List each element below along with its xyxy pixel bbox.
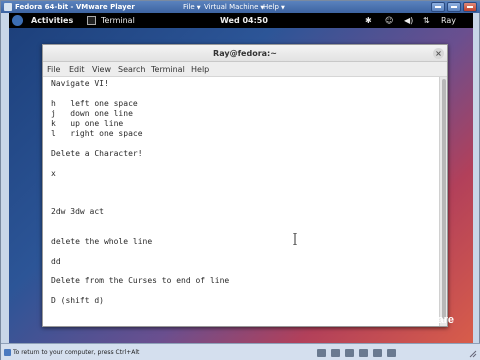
user-menu[interactable]: Ray <box>441 13 456 28</box>
app-menu-terminal[interactable]: Terminal <box>101 13 135 28</box>
activities-button[interactable]: Activities <box>31 13 73 28</box>
sound-device-icon[interactable] <box>387 349 396 357</box>
network-device-icon[interactable] <box>359 349 368 357</box>
terminal-line: j down one line <box>51 109 133 118</box>
accessibility-icon[interactable]: ☺ <box>385 13 393 28</box>
clock[interactable]: Wed 04:50 <box>220 13 268 28</box>
vmware-player-window: Fedora 64-bit - VMware Player File ▼ Virt… <box>0 0 480 360</box>
usb-device-icon[interactable] <box>373 349 382 357</box>
fedora-logo-icon <box>12 15 23 26</box>
terminal-menubar: File Edit View Search Terminal Help <box>43 62 447 77</box>
terminal-app-icon <box>87 16 96 25</box>
guest-desktop: Activities Terminal Wed 04:50 ✱ ☺ ◀) ⇅ R… <box>9 13 473 343</box>
menu-search[interactable]: Search <box>118 62 145 77</box>
vmware-window-title: Fedora 64-bit - VMware Player <box>15 3 135 11</box>
terminal-line: dd <box>51 257 61 266</box>
menu-file[interactable]: File <box>47 62 60 77</box>
bluetooth-icon[interactable]: ✱ <box>365 13 372 28</box>
terminal-line: Delete from the Curses to end of line <box>51 276 230 285</box>
terminal-window: Ray@fedora:~ × File Edit View Search Ter… <box>42 44 448 327</box>
floppy-device-icon[interactable] <box>345 349 354 357</box>
terminal-line: Navigate VI! <box>51 79 109 88</box>
menu-terminal[interactable]: Terminal <box>151 62 185 77</box>
terminal-line: 2dw 3dw act <box>51 207 104 216</box>
terminal-text-area[interactable]: Navigate VI! h left one space j down one… <box>43 77 439 326</box>
terminal-line: l right one space <box>51 129 143 138</box>
terminal-line: D (shift d) <box>51 296 104 305</box>
scrollbar-thumb[interactable] <box>442 79 446 319</box>
terminal-line: h left one space <box>51 99 138 108</box>
menu-help[interactable]: Help <box>191 62 209 77</box>
ibeam-cursor-icon <box>293 233 297 245</box>
network-icon[interactable]: ⇅ <box>423 13 430 28</box>
vmware-app-icon <box>4 3 12 11</box>
terminal-line: x <box>51 169 56 178</box>
cd-device-icon[interactable] <box>331 349 340 357</box>
resize-grip-icon[interactable] <box>467 348 477 358</box>
chevron-down-icon: ▼ <box>196 5 201 11</box>
close-icon[interactable]: × <box>433 48 444 59</box>
maximize-button[interactable] <box>447 2 461 12</box>
terminal-line: k up one line <box>51 119 124 128</box>
gnome-top-bar: Activities Terminal Wed 04:50 ✱ ☺ ◀) ⇅ R… <box>9 13 473 28</box>
info-icon <box>4 349 11 356</box>
vmware-logo: vmware <box>413 314 454 326</box>
menu-view[interactable]: View <box>92 62 111 77</box>
vmware-status-bar: To return to your computer, press Ctrl+A… <box>1 343 480 360</box>
status-message: To return to your computer, press Ctrl+A… <box>13 349 140 356</box>
terminal-line: Delete a Character! <box>51 149 143 158</box>
hdd-device-icon[interactable] <box>317 349 326 357</box>
close-button[interactable] <box>463 2 477 12</box>
terminal-scrollbar[interactable] <box>439 77 447 326</box>
terminal-title: Ray@fedora:~ <box>213 49 277 58</box>
terminal-titlebar[interactable]: Ray@fedora:~ × <box>43 45 447 62</box>
terminal-line: delete the whole line <box>51 237 153 246</box>
vmware-titlebar[interactable]: Fedora 64-bit - VMware Player File ▼ Virt… <box>1 1 480 13</box>
volume-icon[interactable]: ◀) <box>404 13 413 28</box>
chevron-down-icon: ▼ <box>280 5 285 11</box>
minimize-button[interactable] <box>431 2 445 12</box>
menu-edit[interactable]: Edit <box>69 62 85 77</box>
